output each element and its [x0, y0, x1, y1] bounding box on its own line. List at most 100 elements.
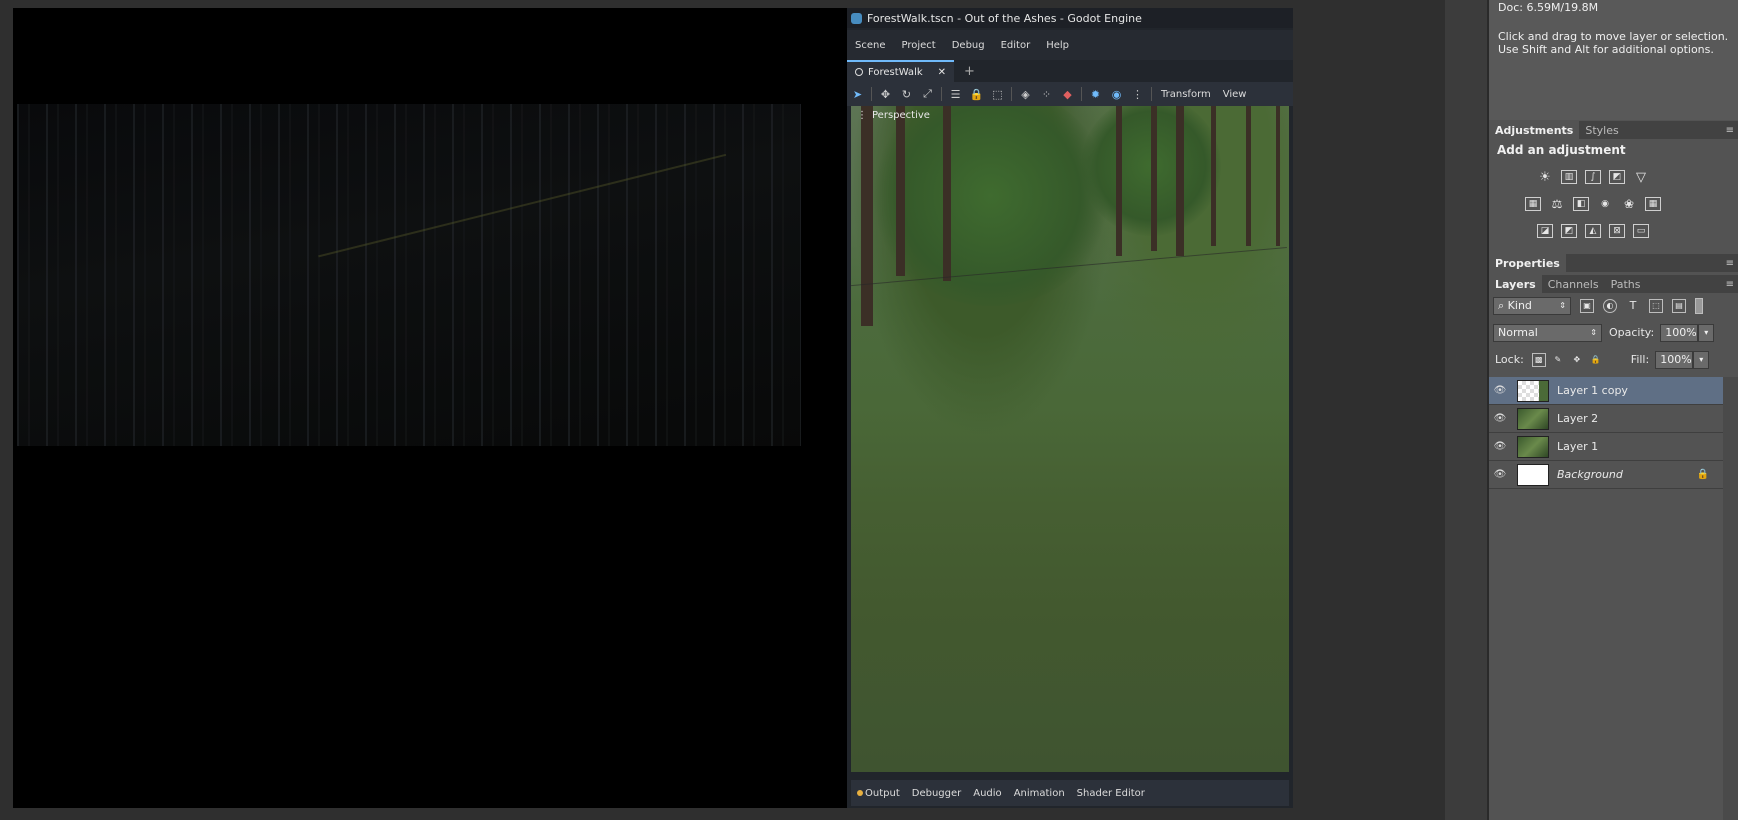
tab-shader-editor[interactable]: Shader Editor: [1071, 788, 1151, 799]
close-icon[interactable]: ✕: [938, 67, 946, 78]
layer-filter-row: ⌕ Kind ⇕ ▣ ◐ T ⬚ ▤: [1489, 292, 1738, 319]
tab-properties[interactable]: Properties: [1489, 254, 1566, 272]
tab-audio[interactable]: Audio: [967, 788, 1007, 799]
menu-dots-icon: ⋮: [857, 110, 867, 121]
group-icon[interactable]: ⬚: [987, 88, 1008, 101]
environment-preview-icon[interactable]: ◉: [1106, 88, 1127, 101]
selective-color-icon[interactable]: ⊠: [1609, 224, 1625, 238]
lock-position-icon[interactable]: ✥: [1570, 353, 1584, 367]
local-space-icon[interactable]: ◈: [1015, 88, 1036, 101]
lock-icon: 🔒: [1696, 469, 1709, 480]
adjustments-tabbar: Adjustments Styles ≡: [1489, 121, 1738, 139]
perspective-menu[interactable]: ⋮ Perspective: [857, 110, 930, 121]
tab-forestwalk[interactable]: ForestWalk ✕: [847, 60, 955, 82]
layer-row[interactable]: 👁 Layer 1: [1489, 433, 1723, 461]
tab-output[interactable]: Output: [851, 788, 906, 799]
tab-animation[interactable]: Animation: [1008, 788, 1071, 799]
select-tool-icon[interactable]: ➤: [847, 88, 868, 101]
shape-filter-icon[interactable]: ⬚: [1649, 298, 1663, 313]
threshold-icon[interactable]: ◭: [1585, 224, 1601, 238]
tab-debugger[interactable]: Debugger: [906, 788, 968, 799]
3d-viewport[interactable]: ⋮ Perspective: [851, 106, 1289, 772]
opacity-label: Opacity:: [1609, 326, 1655, 339]
view-menu[interactable]: View: [1217, 89, 1253, 100]
rotate-tool-icon[interactable]: ↻: [896, 88, 917, 101]
blend-mode-select[interactable]: Normal ⇕: [1493, 323, 1602, 342]
tab-styles[interactable]: Styles: [1579, 121, 1624, 139]
lock-all-icon[interactable]: 🔒: [1589, 353, 1603, 367]
sun-preview-icon[interactable]: ✹: [1085, 88, 1106, 101]
camera-icon[interactable]: ◆: [1057, 88, 1078, 101]
filter-toggle-icon[interactable]: [1695, 297, 1703, 314]
visibility-eye-icon[interactable]: 👁: [1489, 469, 1511, 480]
transform-menu[interactable]: Transform: [1155, 89, 1217, 100]
visibility-eye-icon[interactable]: 👁: [1489, 413, 1511, 424]
panel-menu-icon[interactable]: ≡: [1726, 279, 1734, 290]
type-filter-icon[interactable]: T: [1626, 299, 1640, 313]
layer-row[interactable]: 👁 Layer 1 copy: [1489, 377, 1723, 405]
godot-menu-bar: Scene Project Debug Editor Help: [847, 30, 1293, 60]
visibility-eye-icon[interactable]: 👁: [1489, 441, 1511, 452]
layers-tabbar: Layers Channels Paths ≡: [1489, 275, 1738, 293]
menu-help[interactable]: Help: [1038, 40, 1077, 51]
tab-adjustments[interactable]: Adjustments: [1489, 121, 1580, 139]
layers-scrollbar[interactable]: [1723, 377, 1738, 820]
lock-row: Lock: ▩ ✎ ✥ 🔒 Fill: 100% ▾: [1489, 346, 1738, 373]
lock-transparent-icon[interactable]: ▩: [1531, 352, 1546, 367]
hue-saturation-icon[interactable]: ▦: [1525, 197, 1541, 211]
photo-filter-icon[interactable]: ◉: [1597, 197, 1613, 211]
godot-title-bar[interactable]: ForestWalk.tscn - Out of the Ashes - God…: [847, 8, 1293, 28]
gradient-map-icon[interactable]: ▭: [1633, 224, 1649, 238]
black-white-icon[interactable]: ◧: [1573, 197, 1589, 211]
godot-logo-icon: [851, 12, 862, 24]
opacity-input[interactable]: 100%: [1660, 323, 1699, 342]
brightness-icon[interactable]: ☀: [1537, 170, 1553, 185]
warning-dot-icon: [857, 789, 863, 796]
scale-tool-icon[interactable]: ⤢: [917, 87, 938, 101]
more-options-icon[interactable]: ⋮: [1127, 88, 1148, 101]
scene-tabs: ForestWalk ✕ +: [847, 60, 1293, 82]
menu-scene[interactable]: Scene: [847, 40, 894, 51]
layer-name: Background: [1557, 468, 1623, 481]
list-select-icon[interactable]: ☰: [945, 88, 966, 101]
layer-row[interactable]: 👁 Layer 2: [1489, 405, 1723, 433]
channel-mixer-icon[interactable]: ❀: [1621, 197, 1637, 211]
tab-layers[interactable]: Layers: [1489, 275, 1542, 293]
adjustments-title: Add an adjustment: [1497, 143, 1626, 157]
filter-kind-select[interactable]: ⌕ Kind ⇕: [1493, 296, 1571, 315]
godot-window[interactable]: ForestWalk.tscn - Out of the Ashes - God…: [847, 8, 1293, 808]
curves-icon[interactable]: ∫: [1585, 170, 1601, 184]
opacity-dropdown-icon[interactable]: ▾: [1698, 323, 1715, 342]
color-lookup-icon[interactable]: ▦: [1645, 197, 1661, 211]
panel-menu-icon[interactable]: ≡: [1726, 125, 1734, 136]
invert-icon[interactable]: ◪: [1537, 224, 1553, 238]
menu-debug[interactable]: Debug: [944, 40, 993, 51]
image-filter-icon[interactable]: ▣: [1580, 298, 1594, 313]
posterize-icon[interactable]: ◩: [1561, 224, 1577, 238]
tab-paths[interactable]: Paths: [1605, 275, 1647, 293]
layer-row[interactable]: 👁 Background 🔒: [1489, 461, 1723, 489]
layer-thumbnail: [1517, 463, 1549, 486]
tab-channels[interactable]: Channels: [1542, 275, 1605, 293]
document-canvas[interactable]: [13, 8, 847, 808]
menu-editor[interactable]: Editor: [993, 40, 1039, 51]
adjustment-filter-icon[interactable]: ◐: [1603, 298, 1617, 313]
lock-pixels-icon[interactable]: ✎: [1551, 353, 1565, 367]
vibrance-icon[interactable]: ▽: [1633, 170, 1649, 185]
visibility-eye-icon[interactable]: 👁: [1489, 385, 1511, 396]
tool-help-text: Click and drag to move layer or selectio…: [1498, 30, 1729, 56]
smart-object-filter-icon[interactable]: ▤: [1672, 298, 1686, 313]
lock-icon[interactable]: 🔒: [966, 88, 987, 101]
properties-tabbar: Properties ≡: [1489, 254, 1738, 272]
fill-dropdown-icon[interactable]: ▾: [1693, 350, 1710, 369]
layer-thumbnail: [1517, 435, 1549, 458]
snap-icon[interactable]: ⁘: [1036, 88, 1057, 101]
levels-icon[interactable]: ▥: [1561, 170, 1577, 184]
fill-input[interactable]: 100%: [1655, 350, 1694, 369]
exposure-icon[interactable]: ◩: [1609, 170, 1625, 184]
move-tool-icon[interactable]: ✥: [875, 88, 896, 101]
menu-project[interactable]: Project: [894, 40, 944, 51]
color-balance-icon[interactable]: ⚖: [1549, 197, 1565, 211]
panel-menu-icon[interactable]: ≡: [1726, 258, 1734, 269]
add-tab-icon[interactable]: +: [964, 64, 975, 79]
